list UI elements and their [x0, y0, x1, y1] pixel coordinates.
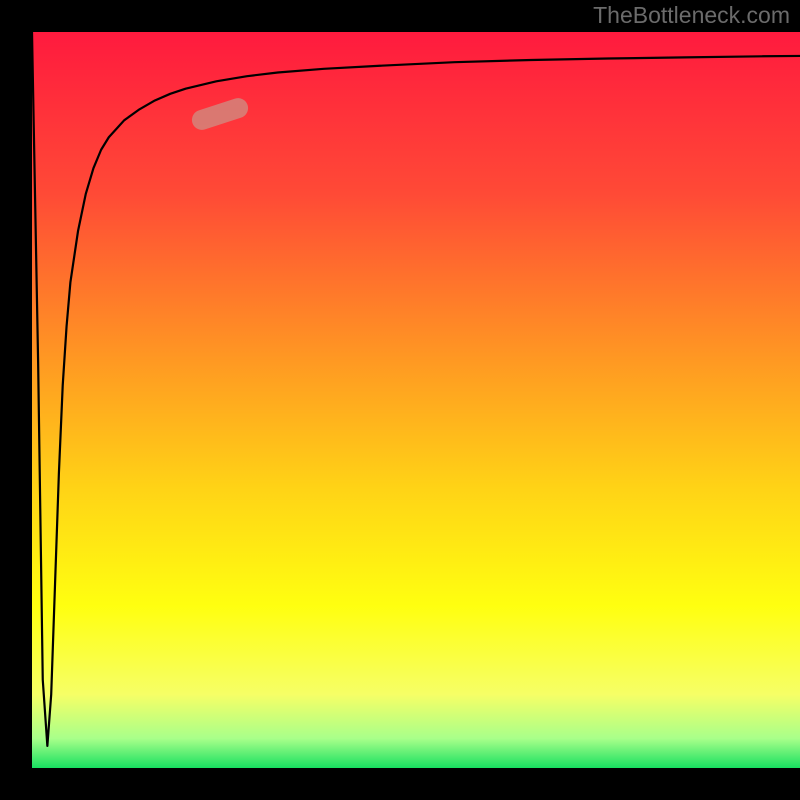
gradient-background: [32, 32, 800, 768]
chart-area: [32, 32, 800, 768]
attribution-text: TheBottleneck.com: [593, 2, 790, 29]
